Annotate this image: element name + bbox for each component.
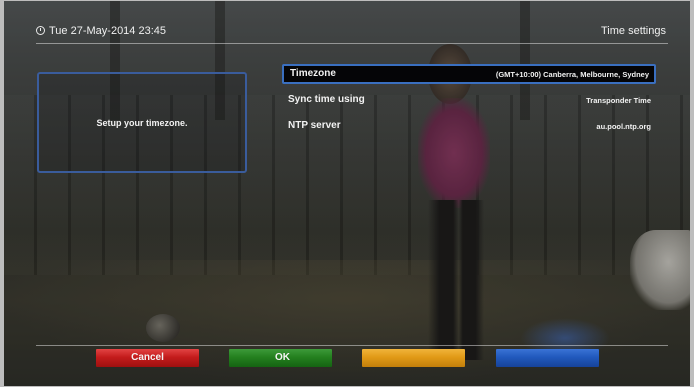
header-datetime: Tue 27-May-2014 23:45 [49,25,166,37]
setting-value: (GMT+10:00) Canberra, Melbourne, Sydney [495,70,649,79]
setting-label: Timezone [290,68,336,79]
help-panel: Setup your timezone. [37,72,247,173]
setting-row-sync-time[interactable]: Sync time using Transponder Time [282,91,656,111]
ok-button-label: OK [275,352,290,363]
setting-value: au.pool.ntp.org [596,122,651,131]
header-clock: Tue 27-May-2014 23:45 [36,25,166,37]
help-text: Setup your timezone. [96,117,188,128]
footer-divider [36,345,668,346]
setting-row-timezone[interactable]: Timezone (GMT+10:00) Canberra, Melbourne… [282,64,656,84]
setting-row-ntp-server[interactable]: NTP server au.pool.ntp.org [282,117,656,137]
setting-label: Sync time using [288,94,365,105]
page-title: Time settings [600,25,666,37]
setting-value: Transponder Time [586,96,651,105]
ok-button[interactable]: OK [229,349,332,367]
screen-frame [0,0,694,387]
cancel-button[interactable]: Cancel [96,349,199,367]
blue-button[interactable] [496,349,599,367]
clock-icon [36,26,45,35]
cancel-button-label: Cancel [131,352,164,363]
setting-label: NTP server [288,120,341,131]
header-divider [36,43,668,44]
yellow-button[interactable] [362,349,465,367]
